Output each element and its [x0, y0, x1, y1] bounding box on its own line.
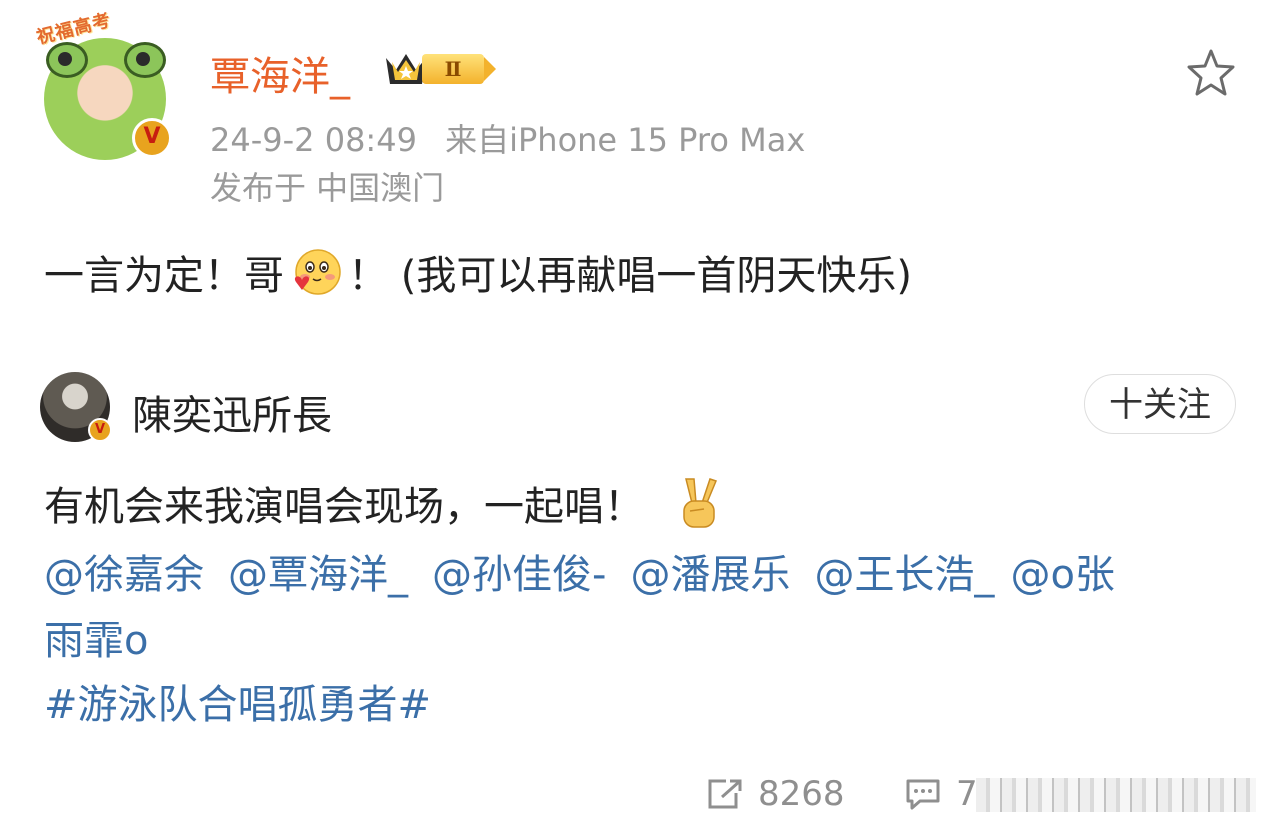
repost-button[interactable]: 8268 [706, 774, 845, 814]
verified-badge-icon: V [132, 118, 172, 158]
vip-level: Ⅱ [422, 54, 496, 84]
user-avatar[interactable]: V [44, 38, 172, 160]
mention-link[interactable]: @o张 [1010, 542, 1114, 600]
mentions-line-2: 雨霏o [44, 608, 172, 666]
comment-button[interactable]: 7 [904, 774, 978, 814]
vip-badge[interactable]: Ⅱ [382, 48, 498, 92]
verified-badge-icon: V [88, 418, 112, 442]
victory-hand-emoji [683, 478, 718, 528]
mention-link[interactable]: @王长浩_ [814, 542, 994, 600]
share-icon [708, 779, 742, 809]
follow-button[interactable]: 十关注 [1084, 374, 1236, 434]
post-text-part-2: ！ (我可以再献唱一首阴天快乐) [348, 253, 912, 299]
hashtag-link[interactable]: #游泳队合唱孤勇者# [44, 672, 431, 730]
post-meta: 24-9-2 08:49 来自iPhone 15 Pro Max [210, 115, 805, 161]
post-timestamp: 24-9-2 08:49 [210, 121, 417, 159]
quoted-username[interactable]: 陳奕迅所長 [132, 383, 332, 441]
blush-emoji-icon [294, 249, 341, 295]
mentions-line-1: @徐嘉余 @覃海洋_ @孙佳俊- @潘展乐 @王长浩_ @o张 [44, 542, 1244, 600]
post-location: 发布于 中国澳门 [210, 169, 445, 207]
post-text: 一言为定！哥 ！ (我可以再献唱一首阴天快乐) [44, 243, 912, 301]
mention-link[interactable]: @潘展乐 [630, 542, 790, 600]
obscured-footer-area [976, 778, 1256, 812]
comment-count: 7 [956, 774, 978, 814]
mention-link-continued[interactable]: 雨霏o [44, 618, 148, 664]
mention-link[interactable]: @孙佳俊- [432, 542, 606, 600]
quoted-text: 有机会来我演唱会现场，一起唱！ [44, 474, 722, 532]
star-outline-icon[interactable] [1186, 48, 1236, 96]
post-text-part-1: 一言为定！哥 [44, 253, 284, 299]
comment-icon [906, 779, 940, 810]
frog-eye-right [124, 42, 166, 78]
quoted-text-body: 有机会来我演唱会现场，一起唱！ [44, 484, 644, 530]
repost-count: 8268 [758, 774, 845, 814]
mention-link[interactable]: @覃海洋_ [228, 542, 408, 600]
post-username[interactable]: 覃海洋_ [210, 44, 350, 102]
mention-link[interactable]: @徐嘉余 [44, 542, 204, 600]
post-source: 来自iPhone 15 Pro Max [445, 121, 806, 159]
quoted-user-avatar[interactable]: V [40, 372, 112, 442]
